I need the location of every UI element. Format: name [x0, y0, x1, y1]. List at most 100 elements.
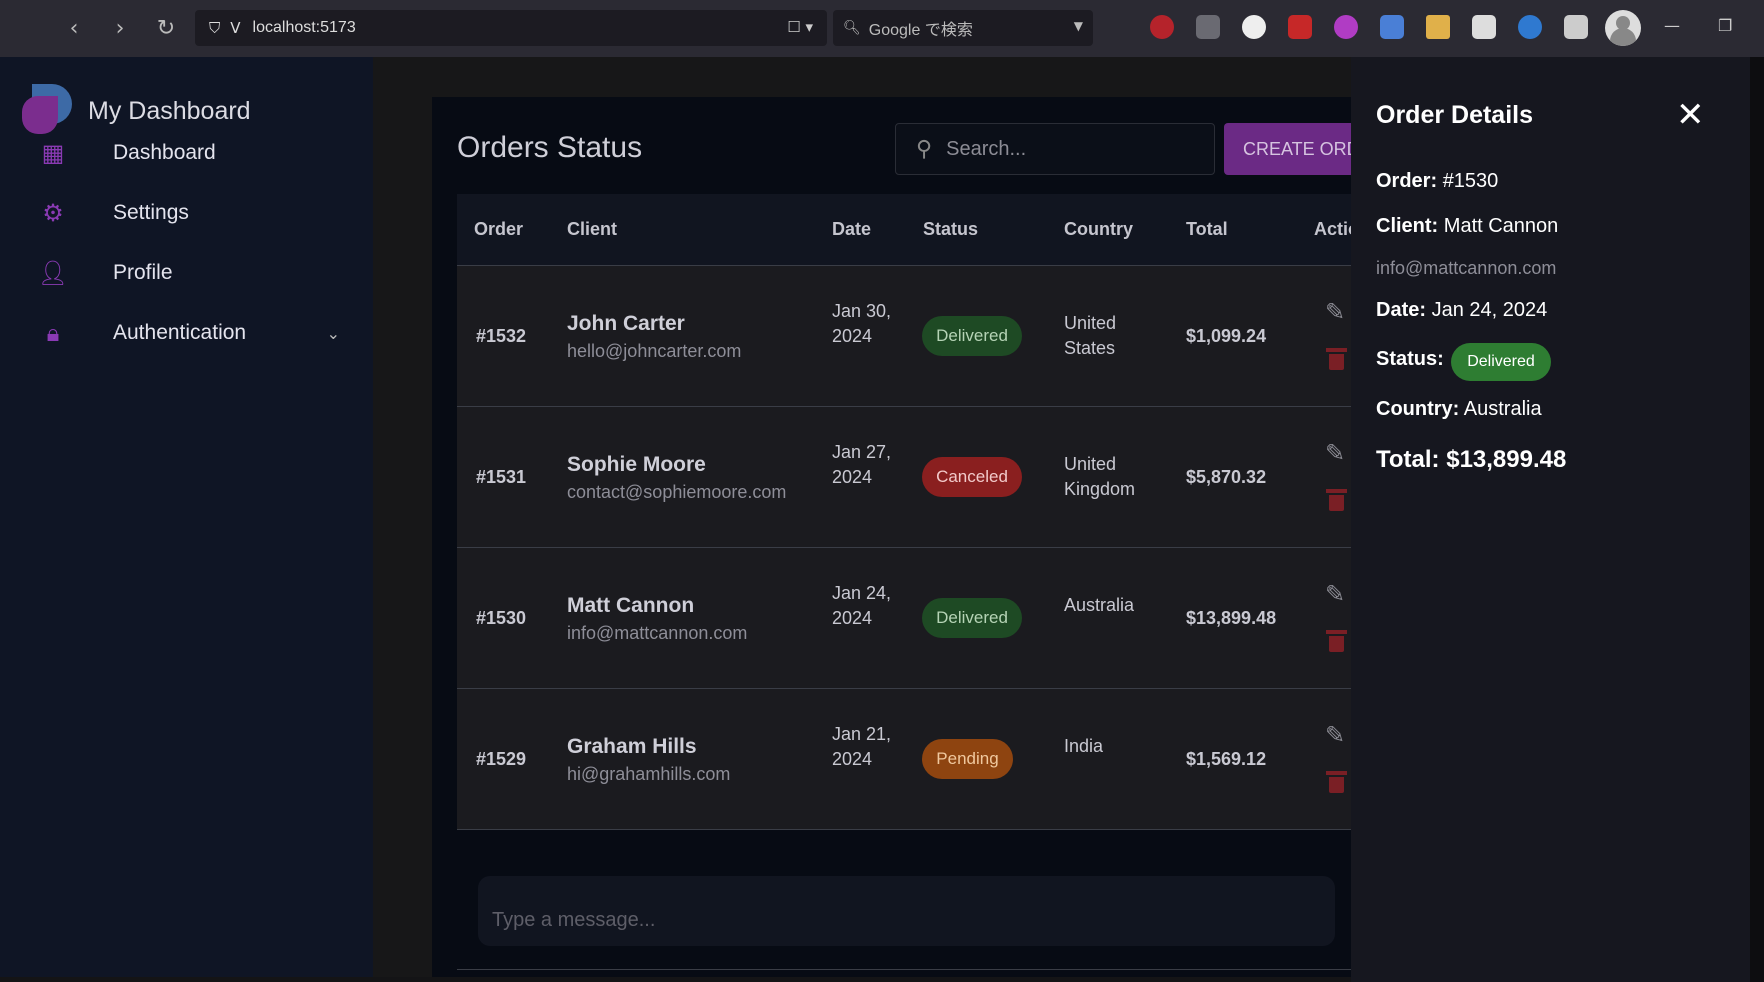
trash-icon[interactable]: [1326, 630, 1347, 652]
order-country: Australia: [1064, 595, 1135, 615]
sidebar-item-profile[interactable]: 👤︎ Profile: [38, 253, 340, 293]
status-badge: Delivered: [1451, 343, 1551, 381]
pencil-icon[interactable]: ✎: [1325, 721, 1345, 749]
detail-total: Total: $13,899.48: [1376, 446, 1566, 474]
order-date: Jan 30, 2024: [832, 301, 892, 346]
table-row[interactable]: #1531 Sophie Moore contact@sophiemoore.c…: [457, 407, 1351, 548]
detail-date: Date: Jan 24, 2024: [1376, 299, 1547, 322]
sidebar: My Dashboard ▦ Dashboard ⚙ Settings 👤︎ P…: [0, 57, 373, 977]
trash-icon[interactable]: [1326, 489, 1347, 511]
extension-icon[interactable]: [1196, 15, 1220, 39]
back-icon[interactable]: ‹: [60, 14, 88, 42]
detail-label: Total:: [1376, 446, 1440, 473]
detail-country: Country: Australia: [1376, 398, 1542, 421]
brush-icon[interactable]: [1426, 15, 1450, 39]
sidebar-item-label: Settings: [113, 201, 189, 224]
lock-icon: 🔒︎: [46, 319, 60, 347]
browser-profile-avatar[interactable]: [1605, 10, 1641, 46]
pencil-icon[interactable]: ✎: [1325, 439, 1345, 467]
column-header-date[interactable]: Date: [832, 219, 871, 240]
message-input[interactable]: [478, 876, 1335, 946]
sidebar-item-label: Dashboard: [113, 141, 216, 164]
search-icon: ⚲: [916, 136, 933, 162]
column-header-client[interactable]: Client: [567, 219, 617, 240]
clipboard-icon[interactable]: [1472, 15, 1496, 39]
order-country: United Kingdom: [1064, 454, 1136, 499]
client-email: hello@johncarter.com: [567, 341, 742, 361]
detail-value: Australia: [1463, 398, 1542, 420]
extension-icon[interactable]: [1334, 15, 1358, 39]
forward-icon[interactable]: ›: [106, 14, 134, 42]
client-name: Matt Cannon: [567, 594, 695, 617]
search-input[interactable]: [946, 137, 1187, 161]
trash-icon[interactable]: [1326, 348, 1347, 370]
table-row[interactable]: #1530 Matt Cannon info@mattcannon.com Ja…: [457, 548, 1351, 689]
dashboard-icon: ▦: [41, 139, 65, 167]
minimize-icon[interactable]: —: [1664, 16, 1680, 35]
close-icon[interactable]: ✕: [1676, 95, 1705, 135]
detail-label: Status:: [1376, 348, 1444, 370]
order-date: Jan 21, 2024: [832, 724, 892, 769]
order-id: #1532: [476, 326, 527, 346]
pencil-icon[interactable]: ✎: [1325, 580, 1345, 608]
status-badge: Pending: [922, 739, 1013, 779]
client-email: contact@sophiemoore.com: [567, 482, 787, 502]
order-total: $5,870.32: [1186, 467, 1267, 487]
chevron-down-icon[interactable]: ▼: [1074, 19, 1083, 33]
order-id: #1529: [476, 749, 527, 769]
restore-icon[interactable]: ❐: [1718, 16, 1732, 35]
order-total: $1,099.24: [1186, 326, 1267, 346]
detail-label: Order:: [1376, 170, 1438, 192]
clock-icon[interactable]: [1242, 15, 1266, 39]
column-header-actions: Actions: [1314, 219, 1351, 239]
pen-icon[interactable]: [1288, 15, 1312, 39]
order-total: $13,899.48: [1186, 608, 1277, 628]
status-badge: Delivered: [922, 316, 1022, 356]
extension-icon[interactable]: [1564, 15, 1588, 39]
status-badge: Delivered: [922, 598, 1022, 638]
order-date: Jan 27, 2024: [832, 442, 892, 487]
search-field[interactable]: ⚲: [895, 123, 1215, 175]
table-row[interactable]: #1532 John Carter hello@johncarter.com J…: [457, 266, 1351, 407]
page-title: Orders Status: [457, 131, 643, 164]
bookmark-icon[interactable]: ☐ ▾: [787, 18, 813, 36]
reload-icon[interactable]: ↻: [152, 14, 180, 42]
sidebar-item-label: Authentication: [113, 321, 247, 344]
column-header-total[interactable]: Total: [1186, 219, 1228, 240]
table-row[interactable]: #1529 Graham Hills hi@grahamhills.com Ja…: [457, 689, 1351, 830]
sidebar-item-label: Profile: [113, 261, 173, 284]
create-order-button[interactable]: CREATE ORDER: [1224, 123, 1351, 175]
site-icon: V: [230, 19, 241, 37]
url-text: localhost:5173: [252, 19, 356, 36]
client-name: Sophie Moore: [567, 453, 706, 476]
sidebar-item-settings[interactable]: ⚙ Settings: [40, 193, 340, 233]
gear-icon: ⚙: [42, 199, 64, 227]
sidebar-item-authentication[interactable]: 🔒︎ Authentication ⌄: [40, 313, 340, 353]
client-email: info@mattcannon.com: [567, 623, 748, 643]
column-header-order[interactable]: Order: [474, 219, 523, 240]
order-id: #1531: [476, 467, 527, 487]
trash-icon[interactable]: [1326, 771, 1347, 793]
detail-email: info@mattcannon.com: [1376, 258, 1557, 278]
column-header-status[interactable]: Status: [923, 219, 978, 240]
client-name: Graham Hills: [567, 735, 697, 758]
order-id: #1530: [476, 608, 527, 628]
detail-status-label: Status:: [1376, 348, 1444, 371]
browser-toolbar: ‹ › ↻ ⛉ V localhost:5173 ☐ ▾ 🔍︎ Google で…: [0, 0, 1764, 57]
order-total: $1,569.12: [1186, 749, 1267, 769]
translate-icon[interactable]: [1380, 15, 1404, 39]
drawer-title: Order Details: [1376, 101, 1534, 129]
order-date: Jan 24, 2024: [832, 583, 892, 628]
detail-value: #1530: [1442, 170, 1499, 192]
chevron-down-icon[interactable]: ⌄: [327, 324, 340, 343]
address-bar[interactable]: ⛉ V localhost:5173 ☐ ▾: [195, 10, 827, 46]
brand-title: My Dashboard: [88, 97, 251, 125]
column-header-country[interactable]: Country: [1064, 219, 1133, 240]
detail-order: Order: #1530: [1376, 170, 1498, 193]
extension-icon[interactable]: [1518, 15, 1542, 39]
sidebar-item-dashboard[interactable]: ▦ Dashboard: [40, 133, 340, 173]
ublock-icon[interactable]: [1150, 15, 1174, 39]
pencil-icon[interactable]: ✎: [1325, 298, 1345, 326]
browser-search-bar[interactable]: 🔍︎ Google で検索 ▼: [833, 10, 1093, 46]
drawer-edge: [1750, 57, 1764, 982]
